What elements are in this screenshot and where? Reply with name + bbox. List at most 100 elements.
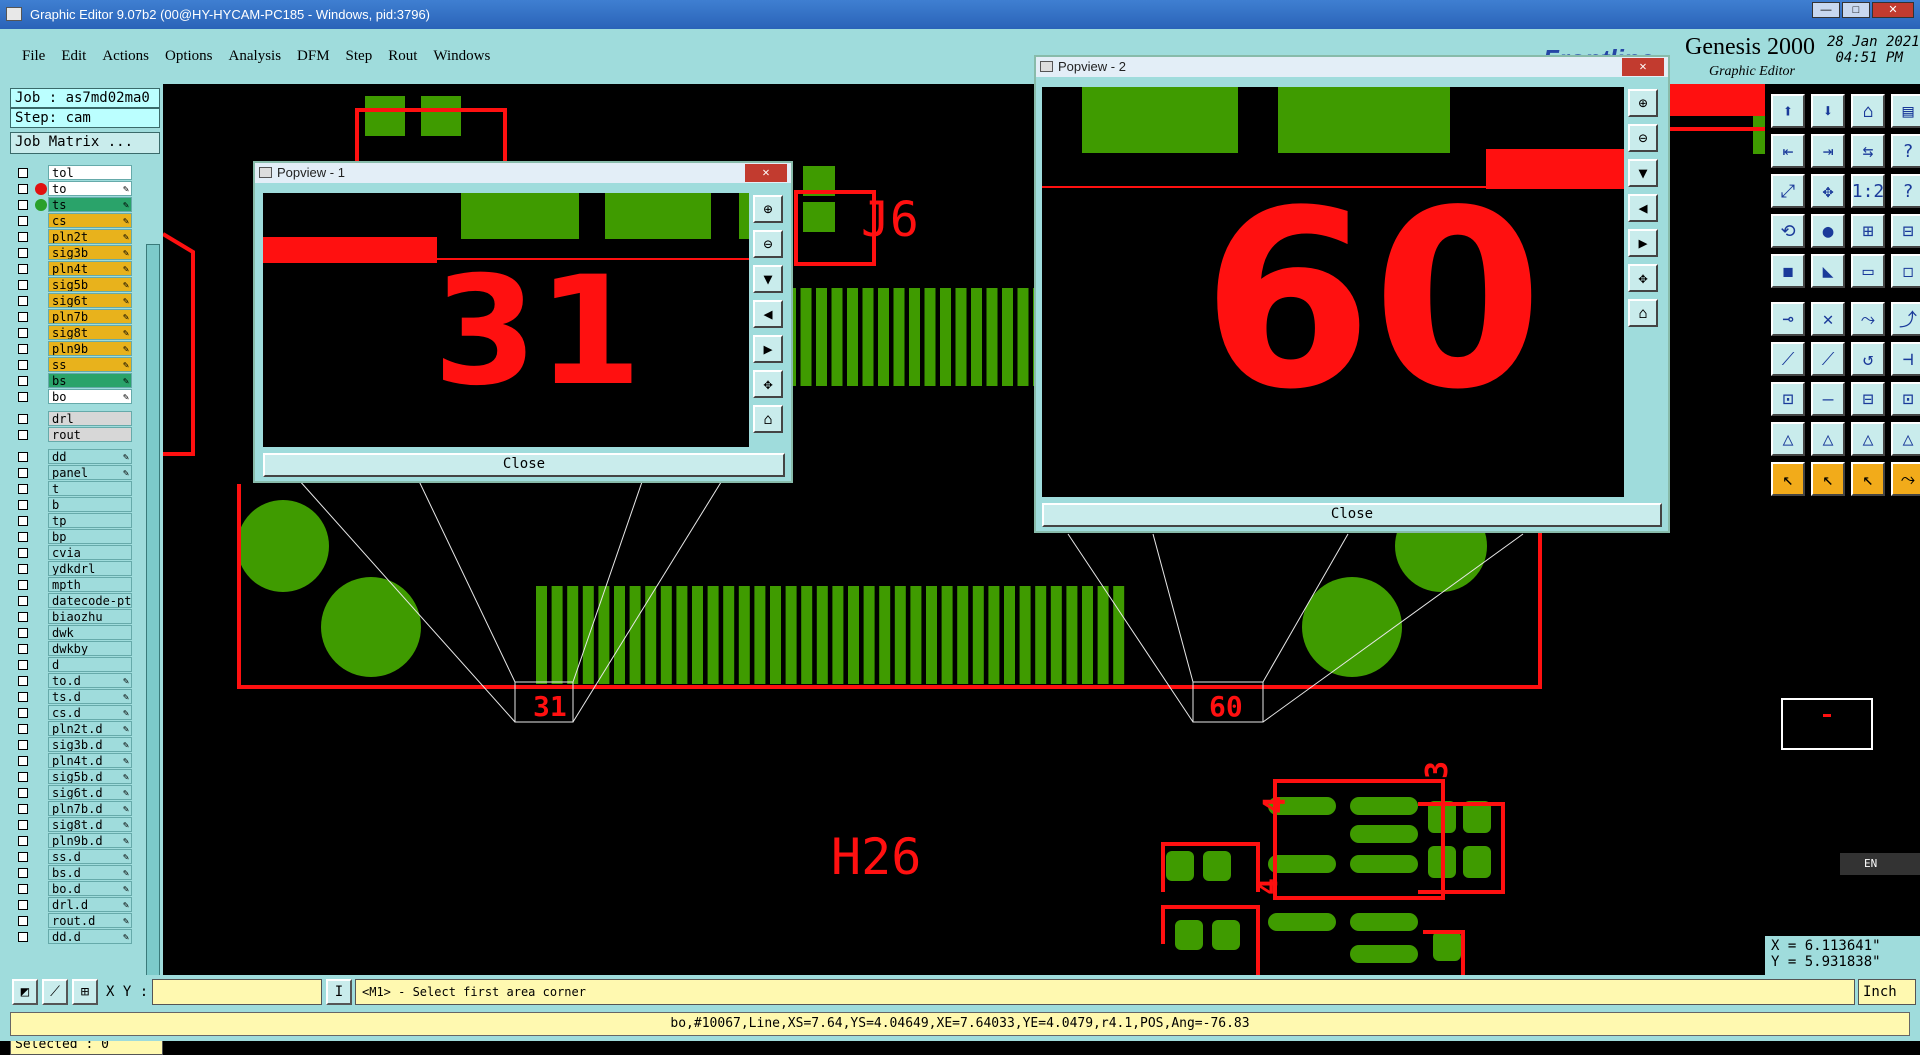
layer-row[interactable]: pln4t ✎ [14, 261, 132, 277]
layer-checkbox[interactable] [18, 932, 28, 942]
layer-row[interactable]: tol [14, 165, 132, 181]
layer-checkbox[interactable] [18, 392, 28, 402]
tool-button-icon[interactable]: ◼ [1771, 254, 1805, 288]
layer-name[interactable]: dd.d ✎ [48, 929, 132, 944]
layer-row[interactable]: bs ✎ [14, 373, 132, 389]
tool-button-icon[interactable]: △ [1771, 422, 1805, 456]
layer-row[interactable]: rout [14, 427, 132, 443]
tool-button-icon[interactable]: 1:2 [1851, 174, 1885, 208]
layer-name[interactable]: bs ✎ [48, 373, 132, 388]
layer-name[interactable]: dwkby [48, 641, 132, 656]
layer-name[interactable]: drl.d ✎ [48, 897, 132, 912]
layer-checkbox[interactable] [18, 788, 28, 798]
layer-checkbox[interactable] [18, 516, 28, 526]
layer-checkbox[interactable] [18, 724, 28, 734]
layer-row[interactable]: pln4t.d ✎ [14, 753, 132, 769]
layer-name[interactable]: sig3b.d ✎ [48, 737, 132, 752]
layer-name[interactable]: ydkdrl [48, 561, 132, 576]
layer-checkbox[interactable] [18, 532, 28, 542]
layer-checkbox[interactable] [18, 852, 28, 862]
layer-name[interactable]: sig5b ✎ [48, 277, 132, 292]
layer-checkbox[interactable] [18, 184, 28, 194]
layer-checkbox[interactable] [18, 264, 28, 274]
layer-row[interactable]: pln9b.d ✎ [14, 833, 132, 849]
zoom-in-icon[interactable]: ⊕ [753, 195, 783, 223]
tool-button-icon[interactable]: ↖ [1811, 462, 1845, 496]
layer-row[interactable]: pln2t.d ✎ [14, 721, 132, 737]
layer-checkbox[interactable] [18, 248, 28, 258]
layer-checkbox[interactable] [18, 820, 28, 830]
layer-name[interactable]: bo ✎ [48, 389, 132, 404]
layer-row[interactable]: to.d ✎ [14, 673, 132, 689]
tool-button-icon[interactable]: ? [1891, 134, 1920, 168]
popview-1-close-button[interactable]: Close [263, 453, 785, 477]
layer-checkbox[interactable] [18, 216, 28, 226]
layer-row[interactable]: b [14, 497, 132, 513]
layer-name[interactable]: pln9b.d ✎ [48, 833, 132, 848]
layer-checkbox[interactable] [18, 612, 28, 622]
layer-name[interactable]: ss.d ✎ [48, 849, 132, 864]
tool-button-icon[interactable]: ⊣ [1891, 342, 1920, 376]
layer-name[interactable]: ss ✎ [48, 357, 132, 372]
tool-button-icon[interactable]: ⤳ [1851, 302, 1885, 336]
popview-2-close-button[interactable]: Close [1042, 503, 1662, 527]
layer-row[interactable]: pln7b ✎ [14, 309, 132, 325]
layer-row[interactable]: drl.d ✎ [14, 897, 132, 913]
layer-checkbox[interactable] [18, 500, 28, 510]
layer-checkbox[interactable] [18, 296, 28, 306]
layer-checkbox[interactable] [18, 548, 28, 558]
layer-checkbox[interactable] [18, 676, 28, 686]
layer-checkbox[interactable] [18, 644, 28, 654]
tool-button-icon[interactable]: ⇤ [1771, 134, 1805, 168]
tool-button-icon[interactable]: ⤳ [1891, 462, 1920, 496]
tool-button-icon[interactable]: — [1811, 382, 1845, 416]
tool-button-icon[interactable]: △ [1811, 422, 1845, 456]
layer-name[interactable]: cs.d ✎ [48, 705, 132, 720]
layer-row[interactable]: dd.d ✎ [14, 929, 132, 945]
layer-checkbox[interactable] [18, 468, 28, 478]
tool-button-icon[interactable]: ⟋ [1811, 342, 1845, 376]
layer-row[interactable]: sig5b ✎ [14, 277, 132, 293]
layer-checkbox[interactable] [18, 414, 28, 424]
popview-1-close-x[interactable]: ✕ [745, 164, 787, 182]
layer-row[interactable]: cs ✎ [14, 213, 132, 229]
layer-checkbox[interactable] [18, 772, 28, 782]
pan-right-icon[interactable]: ▶ [753, 335, 783, 363]
tool-button-icon[interactable]: ✕ [1811, 302, 1845, 336]
tool-button-icon[interactable]: ⊸ [1771, 302, 1805, 336]
tool-button-icon[interactable]: ⬇ [1811, 94, 1845, 128]
tool-button-icon[interactable]: ? [1891, 174, 1920, 208]
layer-checkbox[interactable] [18, 836, 28, 846]
layer-row[interactable]: sig6t.d ✎ [14, 785, 132, 801]
layer-row[interactable]: bp [14, 529, 132, 545]
menu-dfm[interactable]: DFM [297, 48, 330, 65]
layer-row[interactable]: bs.d ✎ [14, 865, 132, 881]
layer-row[interactable]: sig8t ✎ [14, 325, 132, 341]
layer-row[interactable]: bo.d ✎ [14, 881, 132, 897]
job-matrix-button[interactable]: Job Matrix ... [10, 132, 160, 154]
pan-left-icon[interactable]: ◀ [1628, 194, 1658, 222]
layer-name[interactable]: sig5b.d ✎ [48, 769, 132, 784]
layer-name[interactable]: dd ✎ [48, 449, 132, 464]
layer-name[interactable]: dwk [48, 625, 132, 640]
menu-rout[interactable]: Rout [388, 48, 417, 65]
layer-checkbox[interactable] [18, 708, 28, 718]
maximize-button[interactable]: □ [1842, 2, 1870, 18]
pan-down-icon[interactable]: ▼ [753, 265, 783, 293]
menu-windows[interactable]: Windows [433, 48, 490, 65]
home-icon[interactable]: ⌂ [1628, 299, 1658, 327]
tool-button-icon[interactable]: ◻ [1891, 254, 1920, 288]
layer-checkbox[interactable] [18, 484, 28, 494]
layer-row[interactable]: dd ✎ [14, 449, 132, 465]
layer-row[interactable]: ss ✎ [14, 357, 132, 373]
layer-row[interactable]: bo ✎ [14, 389, 132, 405]
tool-button-icon[interactable]: ⌂ [1851, 94, 1885, 128]
layer-name[interactable]: pln2t ✎ [48, 229, 132, 244]
layer-name[interactable]: drl [48, 411, 132, 426]
tool-button-icon[interactable]: ↖ [1851, 462, 1885, 496]
layer-checkbox[interactable] [18, 376, 28, 386]
tool-button-icon[interactable]: △ [1851, 422, 1885, 456]
layer-name[interactable]: sig6t.d ✎ [48, 785, 132, 800]
layer-name[interactable]: to.d ✎ [48, 673, 132, 688]
zoom-in-icon[interactable]: ⊕ [1628, 89, 1658, 117]
